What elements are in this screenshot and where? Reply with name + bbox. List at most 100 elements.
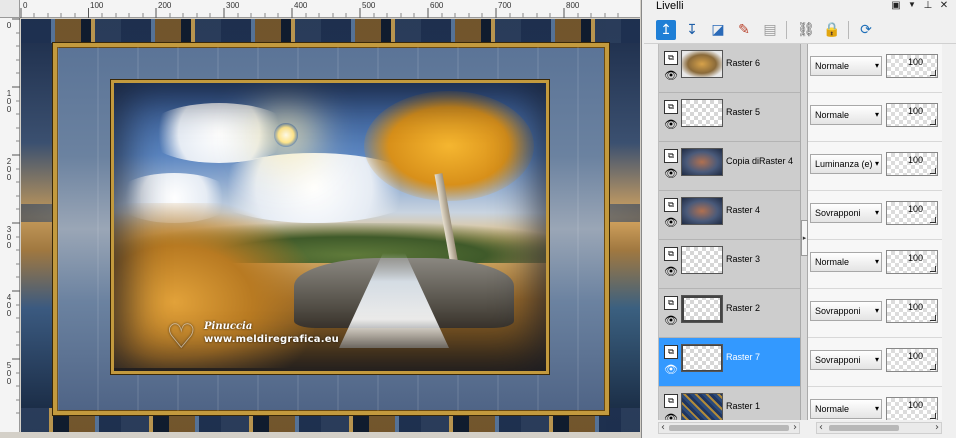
- vertical-scrollbar[interactable]: [944, 44, 954, 436]
- new-raster-layer-icon[interactable]: ↥: [656, 20, 676, 40]
- dropdown-arrow-icon: ▾: [874, 159, 879, 168]
- opacity-value: 100: [907, 400, 923, 410]
- layer-row[interactable]: ⧉ 👁 Copia diRaster 4: [659, 142, 801, 191]
- opacity-field[interactable]: 100: [886, 299, 938, 323]
- layer-thumbnail: [681, 148, 723, 176]
- layer-name[interactable]: Raster 5: [726, 107, 760, 117]
- artwork-canvas[interactable]: ♡ Pinuccia www.meldiregrafica.eu: [21, 19, 640, 432]
- layer-group-icon[interactable]: ⧉: [664, 296, 678, 310]
- scroll-right-icon[interactable]: ›: [793, 422, 797, 433]
- dropdown-arrow-icon: ▾: [874, 306, 879, 315]
- layer-list: ⧉ 👁 Raster 6 ⧉ 👁 Raster 5 ⧉ 👁 Copia diRa…: [658, 44, 942, 420]
- layer-name[interactable]: Raster 1: [726, 401, 760, 411]
- layer-name[interactable]: Raster 2: [726, 303, 760, 313]
- opacity-field[interactable]: 100: [886, 397, 938, 420]
- visibility-eye-icon[interactable]: 👁: [663, 217, 679, 229]
- layer-row[interactable]: ⧉ 👁 Raster 2: [659, 289, 801, 338]
- h-ruler-label: 200: [158, 1, 172, 10]
- opacity-field[interactable]: 100: [886, 250, 938, 274]
- layer-names-column: ⧉ 👁 Raster 6 ⧉ 👁 Raster 5 ⧉ 👁 Copia diRa…: [658, 44, 801, 420]
- layer-name[interactable]: Copia diRaster 4: [726, 156, 793, 166]
- scroll-thumb[interactable]: [669, 425, 789, 431]
- layer-row-selected[interactable]: ⧉ 👁 Raster 7: [659, 338, 801, 387]
- layer-name[interactable]: Raster 6: [726, 58, 760, 68]
- vertical-ruler: 0 100 200 300 400 500: [0, 18, 20, 432]
- layer-row[interactable]: ⧉ 👁 Raster 3: [659, 240, 801, 289]
- blend-mode-select[interactable]: Normale ▾: [810, 399, 882, 419]
- scroll-left-icon[interactable]: ‹: [661, 422, 665, 433]
- visibility-eye-icon[interactable]: 👁: [663, 413, 679, 421]
- top-texture-band: [21, 19, 640, 43]
- blend-mode-value: Sovrapponi: [815, 306, 861, 316]
- layer-row[interactable]: ⧉ 👁 Raster 4: [659, 191, 801, 240]
- new-vector-layer-icon[interactable]: ↧: [682, 20, 702, 40]
- visibility-eye-icon[interactable]: 👁: [663, 70, 679, 82]
- link-layers-icon[interactable]: ⛓: [796, 20, 816, 40]
- layer-group-icon[interactable]: ⧉: [664, 394, 678, 408]
- layer-group-icon[interactable]: ⧉: [664, 51, 678, 65]
- opacity-corner-icon: [930, 315, 936, 321]
- layer-row[interactable]: ⧉ 👁 Raster 6: [659, 44, 801, 93]
- bottom-scrollbars: ‹ › ‹ ›: [658, 422, 942, 436]
- v-ruler-label: 300: [6, 225, 12, 250]
- scroll-left-icon[interactable]: ‹: [819, 422, 823, 433]
- opacity-field[interactable]: 100: [886, 103, 938, 127]
- scroll-right-icon[interactable]: ›: [935, 422, 939, 433]
- blend-mode-select[interactable]: Normale ▾: [810, 56, 882, 76]
- h-ruler-label: 0: [23, 1, 28, 10]
- blend-mode-select[interactable]: Sovrapponi ▾: [810, 203, 882, 223]
- splitter-grip-arrow-icon[interactable]: ▸: [801, 220, 808, 256]
- close-icon[interactable]: ✕: [938, 0, 950, 11]
- layer-group-icon[interactable]: ⧉: [664, 247, 678, 261]
- dock-pin-icon[interactable]: ⊥: [922, 0, 934, 11]
- layers-toolbar: ↥ ↧ ◪ ✎ ▤ ⛓ 🔒 ⟳: [644, 16, 956, 44]
- v-ruler-label: 400: [6, 293, 12, 318]
- layer-props: Luminanza (e) ▾ 100: [808, 142, 942, 191]
- layer-row[interactable]: ⧉ 👁 Raster 1: [659, 387, 801, 420]
- blend-mode-select[interactable]: Sovrapponi ▾: [810, 350, 882, 370]
- blend-mode-select[interactable]: Normale ▾: [810, 252, 882, 272]
- opacity-value: 100: [907, 57, 923, 67]
- layer-group-icon[interactable]: ⧉: [664, 198, 678, 212]
- blend-mode-value: Sovrapponi: [815, 355, 861, 365]
- ruler-corner: [0, 0, 20, 18]
- canvas-area[interactable]: 0 100 200 300 400 500 600 700 800 0 100 …: [0, 0, 642, 438]
- opacity-field[interactable]: 100: [886, 348, 938, 372]
- layer-name[interactable]: Raster 7: [726, 352, 760, 362]
- opacity-field[interactable]: 100: [886, 201, 938, 225]
- blend-mode-select[interactable]: Sovrapponi ▾: [810, 301, 882, 321]
- opacity-field[interactable]: 100: [886, 54, 938, 78]
- blend-mode-value: Sovrapponi: [815, 208, 861, 218]
- opacity-value: 100: [907, 106, 923, 116]
- right-texture-band: [606, 19, 640, 432]
- lock-layer-icon[interactable]: 🔒: [822, 20, 842, 40]
- opacity-corner-icon: [930, 413, 936, 419]
- visibility-eye-icon[interactable]: 👁: [663, 315, 679, 327]
- panel-title: Livelli: [656, 0, 684, 12]
- layer-group-icon[interactable]: ⧉: [664, 345, 678, 359]
- blend-mode-select[interactable]: Luminanza (e) ▾: [810, 154, 882, 174]
- layer-thumbnail: [681, 197, 723, 225]
- layer-properties-icon[interactable]: ⟳: [856, 20, 876, 40]
- column-splitter[interactable]: ▸: [800, 44, 808, 420]
- duplicate-layer-icon[interactable]: ▤: [760, 20, 780, 40]
- v-ruler-label: 100: [6, 89, 12, 114]
- visibility-eye-icon[interactable]: 👁: [663, 266, 679, 278]
- delete-layer-icon[interactable]: ✎: [734, 20, 754, 40]
- layer-group-icon[interactable]: ⧉: [664, 149, 678, 163]
- visibility-eye-icon[interactable]: 👁: [663, 364, 679, 376]
- names-horizontal-scrollbar[interactable]: ‹ ›: [658, 422, 800, 434]
- blend-mode-select[interactable]: Normale ▾: [810, 105, 882, 125]
- layer-group-icon[interactable]: ⧉: [664, 100, 678, 114]
- visibility-eye-icon[interactable]: 👁: [663, 168, 679, 180]
- layer-name[interactable]: Raster 4: [726, 205, 760, 215]
- new-mask-layer-icon[interactable]: ◪: [708, 20, 728, 40]
- visibility-eye-icon[interactable]: 👁: [663, 119, 679, 131]
- opacity-field[interactable]: 100: [886, 152, 938, 176]
- scroll-thumb[interactable]: [829, 425, 899, 431]
- pin-icon[interactable]: ▣: [890, 0, 902, 11]
- props-horizontal-scrollbar[interactable]: ‹ ›: [816, 422, 942, 434]
- menu-dropdown-icon[interactable]: ▼: [906, 0, 918, 9]
- layer-row[interactable]: ⧉ 👁 Raster 5: [659, 93, 801, 142]
- layer-name[interactable]: Raster 3: [726, 254, 760, 264]
